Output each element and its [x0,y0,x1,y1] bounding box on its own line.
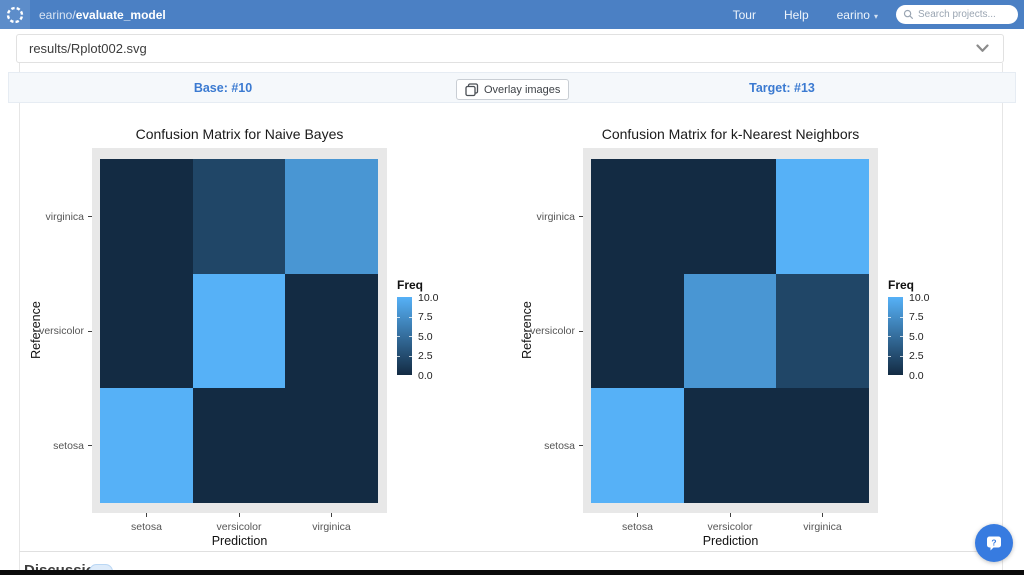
heatmap-cell [285,388,378,503]
x-axis-tick [822,513,823,517]
chart-title: Confusion Matrix for Naive Bayes [135,126,344,142]
heatmap-cell [193,159,285,274]
chart-knn: Confusion Matrix for k-Nearest Neighbors… [519,122,989,548]
x-axis-tick [729,513,731,517]
y-axis-tick-label: setosa [53,439,84,452]
svg-text:?: ? [991,537,996,547]
heatmap-cell [193,274,285,388]
x-axis-tick-label: setosa [131,521,162,533]
legend-tick [888,336,891,337]
heatmap-cell [684,388,776,503]
heatmap-cell [591,159,684,274]
spinner-ring-icon [6,6,24,23]
chart-title: Confusion Matrix for k-Nearest Neighbors [601,126,860,142]
magnifier-icon [903,9,914,20]
heatmap-cell [684,159,776,274]
x-axis-tick [238,513,240,517]
heatmap-cell [776,388,869,503]
target-experiment-label[interactable]: Target: #13 [749,81,815,95]
heatmap-cell [591,388,684,503]
legend-title: Freq [397,278,424,292]
legend-tick [900,355,903,357]
y-axis-tick-label: virginica [536,210,575,223]
nav-link-tour[interactable]: Tour [719,8,770,22]
legend-tick-label: 2.5 [909,350,924,362]
heatmap-cell [100,159,193,274]
x-axis-tick-label: virginica [803,521,842,533]
y-axis-title: Reference [29,300,43,359]
breadcrumb-owner: earino/ [39,7,76,22]
overlay-squares-icon [465,82,479,96]
heatmap-cell [100,274,193,388]
legend-tick-label: 5.0 [418,330,433,343]
y-axis-tick [88,445,92,446]
legend-tick-label: 7.5 [418,311,433,323]
file-header-card[interactable]: results/Rplot002.svg [16,34,1004,63]
breadcrumb-project: evaluate_model [75,7,166,22]
search-input[interactable] [918,9,1014,20]
x-axis-tick [331,513,332,517]
x-axis-tick [637,513,638,517]
heatmap-cell [285,274,378,388]
legend-tick [397,355,400,357]
y-axis-tick [579,330,583,332]
nav-link-help[interactable]: Help [770,8,823,22]
legend-tick-label: 7.5 [909,311,924,323]
help-fab-button[interactable]: ? [975,524,1013,562]
y-axis-tick [579,445,583,446]
heatmap-cell [684,274,776,388]
x-axis-tick-label: versicolor [707,521,753,533]
user-menu[interactable]: earino ▾ [823,8,888,22]
legend-tick [409,336,412,337]
y-axis-tick [579,216,583,217]
breadcrumb[interactable]: earino/evaluate_model [39,8,166,22]
heatmap-cell [285,159,378,274]
y-axis-tick [88,216,92,217]
search-box[interactable] [896,5,1018,24]
legend-tick-label: 0.0 [909,369,924,382]
heatmap-cell [193,388,285,503]
legend-tick-label: 10.0 [909,291,930,304]
y-axis-tick-label: setosa [544,439,575,452]
legend-tick [397,316,400,318]
overlay-images-label: Overlay images [484,83,561,96]
chart-naive-bayes: Confusion Matrix for Naive Bayes virginic… [28,122,498,548]
legend-tick [397,336,400,337]
top-navbar: earino/evaluate_model Tour Help earino ▾ [0,0,1024,29]
legend-tick-label: 0.0 [418,369,433,382]
legend-tick [900,336,903,337]
x-axis-tick-label: setosa [622,521,653,533]
legend-tick [900,316,903,318]
x-axis-tick-label: virginica [312,521,351,533]
app-logo[interactable] [0,0,30,29]
y-axis-tick-label: virginica [45,210,84,223]
heatmap-cell [776,274,869,388]
x-axis-title: Prediction [211,534,268,548]
legend-tick [888,316,891,318]
heatmap-cell [100,388,193,503]
y-axis-title: Reference [520,300,534,359]
x-axis-tick-label: versicolor [216,521,262,533]
chevron-down-icon[interactable] [976,44,989,53]
compare-strip: Base: #10 Overlay images Target: #13 [8,72,1016,103]
legend-title: Freq [888,278,915,292]
screenshot-bottom-edge [0,570,1024,575]
chat-question-icon: ? [987,536,1001,551]
legend-tick [888,355,891,357]
legend-tick [409,355,412,357]
legend-tick [409,316,412,318]
x-axis-tick [146,513,147,517]
x-axis-title: Prediction [702,534,759,548]
user-menu-label: earino [836,7,870,22]
legend-tick-label: 10.0 [418,291,439,304]
overlay-images-button[interactable]: Overlay images [456,79,570,100]
caret-down-icon: ▾ [873,11,878,21]
file-name: results/Rplot002.svg [29,41,147,56]
legend-tick-label: 2.5 [418,350,433,362]
base-experiment-label[interactable]: Base: #10 [194,81,252,95]
heatmap-cell [776,159,869,274]
legend-tick-label: 5.0 [909,330,924,343]
y-axis-tick [88,330,92,332]
heatmap-cell [591,274,684,388]
